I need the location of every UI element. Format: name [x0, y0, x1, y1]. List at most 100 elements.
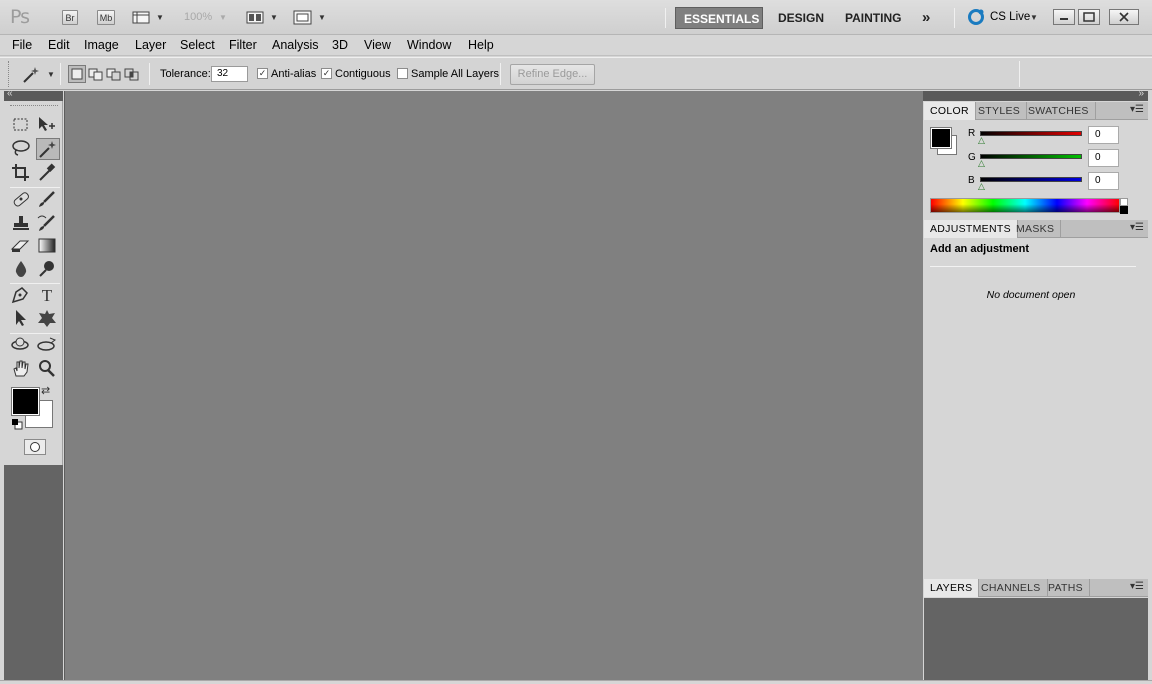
tab-channels[interactable]: CHANNELS — [975, 579, 1048, 597]
pen-tool[interactable] — [9, 285, 33, 307]
color-spectrum-bar[interactable] — [930, 198, 1120, 213]
chevron-down-icon[interactable]: ▼ — [219, 13, 227, 22]
contiguous-label[interactable]: Contiguous — [335, 68, 391, 80]
menu-select[interactable]: Select — [180, 38, 215, 52]
menu-file[interactable]: File — [12, 38, 32, 52]
tools-collapse-bar[interactable]: « — [4, 88, 63, 101]
anti-alias-label[interactable]: Anti-alias — [271, 68, 316, 80]
tab-swatches[interactable]: SWATCHES — [1022, 102, 1096, 120]
workspace-essentials[interactable]: ESSENTIALS — [675, 7, 763, 29]
3d-orbit-tool[interactable] — [35, 335, 59, 357]
custom-shape-tool[interactable] — [35, 308, 59, 330]
panel-menu-icon[interactable]: ▾☰ — [1130, 581, 1144, 592]
hand-tool[interactable] — [9, 358, 33, 380]
menu-analysis[interactable]: Analysis — [272, 38, 319, 52]
green-slider-thumb[interactable]: △ — [978, 158, 985, 169]
tools-grip[interactable] — [10, 105, 58, 107]
close-button[interactable] — [1109, 9, 1139, 25]
more-workspaces-button[interactable]: » — [914, 7, 938, 29]
refine-edge-button[interactable]: Refine Edge... — [510, 64, 595, 85]
tab-color[interactable]: COLOR — [924, 102, 976, 120]
document-canvas-area[interactable] — [64, 91, 923, 680]
contiguous-checkbox[interactable]: ✓ — [321, 68, 332, 79]
menu-view[interactable]: View — [364, 38, 391, 52]
tab-styles[interactable]: STYLES — [972, 102, 1028, 120]
quick-mask-button[interactable] — [24, 439, 46, 455]
gradient-tool[interactable] — [35, 235, 59, 257]
blur-tool[interactable] — [9, 258, 33, 280]
brush-tool[interactable] — [35, 189, 59, 211]
view-extras-button[interactable] — [132, 10, 152, 25]
new-selection-button[interactable] — [68, 65, 86, 83]
panel-menu-icon[interactable]: ▾☰ — [1130, 222, 1144, 233]
chevron-down-icon[interactable]: ▼ — [156, 13, 164, 22]
screen-mode-button[interactable] — [293, 10, 313, 25]
foreground-color-swatch[interactable] — [11, 387, 40, 416]
tab-adjustments[interactable]: ADJUSTMENTS — [924, 220, 1018, 238]
dodge-tool[interactable] — [35, 258, 59, 280]
blue-slider-thumb[interactable]: △ — [978, 181, 985, 192]
blue-value-input[interactable]: 0 — [1088, 172, 1119, 190]
launch-bridge-button[interactable]: Br — [62, 10, 78, 25]
sample-all-layers-checkbox[interactable] — [397, 68, 408, 79]
menu-layer[interactable]: Layer — [135, 38, 166, 52]
cs-live-icon[interactable] — [967, 8, 985, 26]
sample-all-layers-label[interactable]: Sample All Layers — [411, 68, 499, 80]
add-to-selection-button[interactable] — [88, 65, 104, 83]
subtract-selection-button[interactable] — [106, 65, 122, 83]
menu-help[interactable]: Help — [468, 38, 494, 52]
anti-alias-checkbox[interactable]: ✓ — [257, 68, 268, 79]
path-selection-tool[interactable] — [9, 308, 33, 330]
history-brush-tool[interactable] — [35, 213, 59, 235]
tool-preset-picker[interactable] — [20, 63, 44, 85]
tab-paths[interactable]: PATHS — [1042, 579, 1090, 597]
cs-live-label[interactable]: CS Live — [990, 11, 1030, 23]
rectangular-marquee-tool[interactable] — [9, 114, 33, 136]
swap-colors-icon[interactable]: ⇄ — [41, 384, 50, 397]
red-slider[interactable] — [980, 131, 1082, 136]
black-swatch[interactable] — [1120, 206, 1128, 214]
launch-minibridge-button[interactable]: Mb — [97, 10, 115, 25]
chevron-down-icon[interactable]: ▼ — [47, 70, 55, 79]
chevron-down-icon[interactable]: ▼ — [270, 13, 278, 22]
menu-filter[interactable]: Filter — [229, 38, 257, 52]
panel-menu-icon[interactable]: ▾☰ — [1130, 104, 1144, 115]
eyedropper-tool[interactable] — [35, 162, 59, 184]
lasso-tool[interactable] — [9, 138, 33, 160]
intersect-selection-button[interactable] — [124, 65, 140, 83]
options-bar-grip[interactable] — [8, 61, 10, 87]
foreground-color-swatch[interactable] — [930, 127, 952, 149]
collapse-icon[interactable]: « — [7, 88, 13, 99]
blue-slider[interactable] — [980, 177, 1082, 182]
workspace-painting[interactable]: PAINTING — [837, 7, 909, 29]
green-slider[interactable] — [980, 154, 1082, 159]
menu-edit[interactable]: Edit — [48, 38, 70, 52]
tolerance-input[interactable]: 32 — [211, 66, 248, 82]
type-tool[interactable]: T — [35, 285, 59, 307]
red-value-input[interactable]: 0 — [1088, 126, 1119, 144]
menu-3d[interactable]: 3D — [332, 38, 348, 52]
default-colors-button[interactable] — [11, 418, 23, 433]
zoom-tool[interactable] — [35, 358, 59, 380]
panels-collapse-bar[interactable]: » — [923, 88, 1148, 101]
spot-healing-brush-tool[interactable] — [9, 189, 33, 211]
red-slider-thumb[interactable]: △ — [978, 135, 985, 146]
chevron-down-icon[interactable]: ▼ — [318, 13, 326, 22]
crop-tool[interactable] — [9, 162, 33, 184]
white-swatch[interactable] — [1120, 198, 1128, 206]
eraser-tool[interactable] — [9, 235, 33, 257]
restore-button[interactable] — [1078, 9, 1100, 25]
clone-stamp-tool[interactable] — [9, 213, 33, 235]
3d-rotate-tool[interactable] — [9, 335, 33, 357]
move-tool[interactable] — [35, 114, 59, 136]
minimize-button[interactable] — [1053, 9, 1075, 25]
workspace-design[interactable]: DESIGN — [770, 7, 832, 29]
arrange-documents-button[interactable] — [246, 10, 266, 25]
zoom-level[interactable]: 100% — [184, 11, 212, 23]
menu-image[interactable]: Image — [84, 38, 119, 52]
menu-window[interactable]: Window — [407, 38, 451, 52]
tab-layers[interactable]: LAYERS — [924, 579, 980, 597]
chevron-down-icon[interactable]: ▼ — [1030, 13, 1038, 22]
tab-masks[interactable]: MASKS — [1010, 220, 1062, 238]
expand-icon[interactable]: » — [1138, 88, 1144, 99]
